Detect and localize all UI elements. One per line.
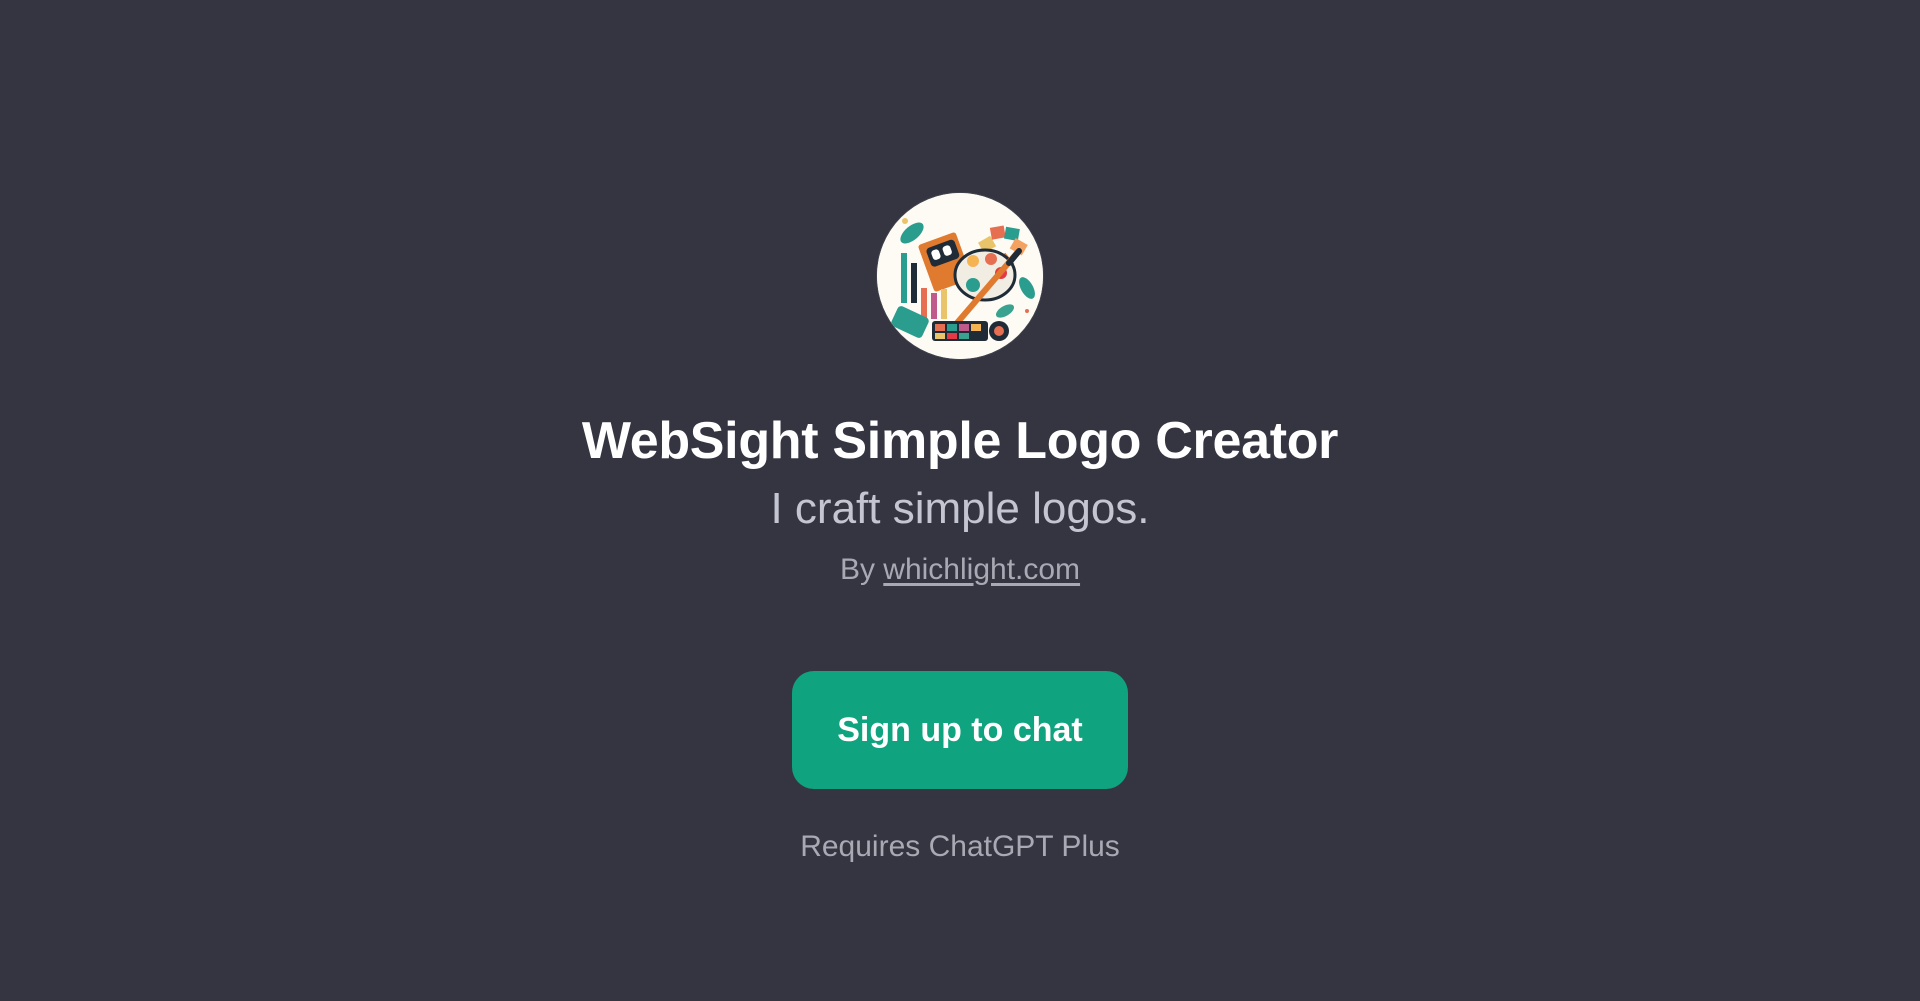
art-supplies-logo-icon xyxy=(877,193,1043,359)
gpt-landing-page: WebSight Simple Logo Creator I craft sim… xyxy=(0,0,1920,1001)
author-link[interactable]: whichlight.com xyxy=(883,553,1080,586)
byline-prefix: By xyxy=(839,553,875,586)
gpt-title: WebSight Simple Logo Creator xyxy=(581,412,1339,470)
plus-requirement-note: Requires ChatGPT Plus xyxy=(800,830,1120,863)
sign-up-to-chat-button[interactable]: Sign up to chat xyxy=(792,671,1128,789)
gpt-tagline: I craft simple logos. xyxy=(770,484,1150,533)
author-byline: By whichlight.com xyxy=(840,551,1080,589)
